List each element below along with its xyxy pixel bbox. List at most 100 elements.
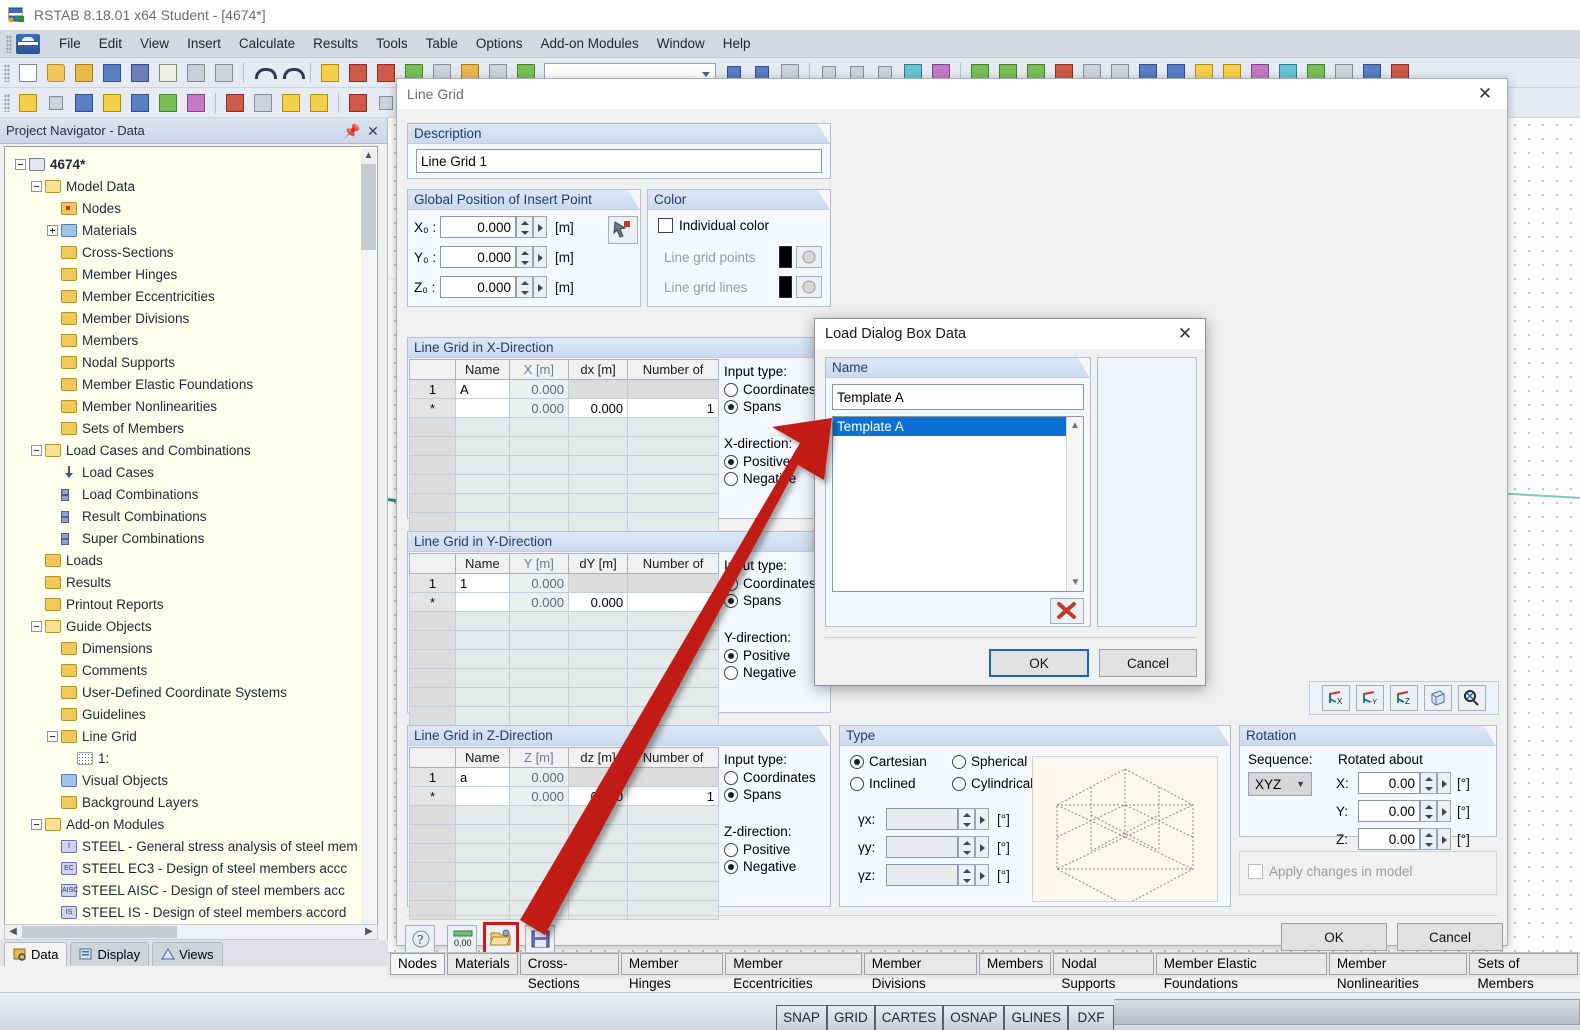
rot-z-more-button[interactable] xyxy=(1437,828,1451,850)
table-empty-cell[interactable] xyxy=(508,805,569,825)
data-tab-member-elastic-foundations[interactable]: Member Elastic Foundations xyxy=(1155,953,1327,991)
collapse-icon[interactable] xyxy=(47,730,58,742)
menu-file[interactable]: File xyxy=(50,33,90,54)
column-header[interactable]: Number of xyxy=(627,747,719,768)
table-empty-row[interactable] xyxy=(409,881,719,901)
column-header[interactable]: Number of xyxy=(627,553,719,574)
table-empty-row[interactable] xyxy=(409,862,719,882)
line-grid-points-swatch[interactable] xyxy=(779,246,792,268)
collapse-icon[interactable] xyxy=(31,818,42,830)
table-cell-delta[interactable] xyxy=(567,573,629,593)
data-tab-members[interactable]: Members xyxy=(979,953,1052,975)
table-empty-cell[interactable] xyxy=(409,512,456,532)
tree-item-nodes[interactable]: Nodes xyxy=(11,197,377,219)
print-preview-button[interactable] xyxy=(211,61,237,85)
view-y-icon[interactable]: -Y xyxy=(1356,685,1384,711)
table-empty-row[interactable] xyxy=(409,706,719,726)
insert-member2-button[interactable] xyxy=(99,91,125,115)
save-button[interactable] xyxy=(127,61,153,85)
grid-x-input-type-coordinates[interactable]: Coordinates xyxy=(724,382,824,397)
table-cell-name[interactable] xyxy=(455,786,510,806)
table-empty-cell[interactable] xyxy=(567,436,629,456)
table-empty-row[interactable] xyxy=(409,649,719,669)
table-empty-cell[interactable] xyxy=(627,843,719,863)
status-button-cartes[interactable]: CARTES xyxy=(874,1004,944,1030)
table-empty-cell[interactable] xyxy=(409,706,456,726)
gamma-z-spinner[interactable] xyxy=(958,864,975,886)
table-cell-coord[interactable]: 0.000 xyxy=(508,786,569,806)
table-cell-delta[interactable]: 0.000 xyxy=(567,592,629,612)
table-empty-cell[interactable] xyxy=(455,668,510,688)
table-row[interactable]: * 0.000 0.000 1 xyxy=(409,398,719,418)
modal-ok-button[interactable]: OK xyxy=(989,649,1089,677)
table-empty-cell[interactable] xyxy=(508,687,569,707)
table-empty-cell[interactable] xyxy=(409,649,456,669)
table-cell-coord[interactable]: 0.000 xyxy=(508,767,569,787)
insert-load-button[interactable] xyxy=(222,91,248,115)
rot-x-spinner[interactable] xyxy=(1420,772,1437,794)
table-empty-cell[interactable] xyxy=(455,512,510,532)
table-cell-no[interactable]: * xyxy=(409,592,456,612)
open-recent-button[interactable] xyxy=(71,61,97,85)
grid-x-direction-negative[interactable]: Negative xyxy=(724,471,824,486)
table-empty-cell[interactable] xyxy=(508,706,569,726)
insert-load4-button[interactable] xyxy=(306,91,332,115)
scroll-down-icon[interactable]: ▼ xyxy=(1067,574,1084,591)
table-empty-cell[interactable] xyxy=(627,824,719,844)
description-input[interactable]: Line Grid 1 xyxy=(416,149,822,173)
collapse-icon[interactable] xyxy=(31,444,42,456)
gamma-y-input[interactable] xyxy=(886,836,958,858)
table-empty-cell[interactable] xyxy=(409,862,456,882)
tree-item-1[interactable]: 1: xyxy=(11,747,377,769)
grid-x-direction-positive[interactable]: Positive xyxy=(724,454,824,469)
tree-item-steel-general-stress-analysis-of-steel-mem[interactable]: I STEEL - General stress analysis of stee… xyxy=(11,835,377,857)
dimension-button[interactable] xyxy=(345,91,371,115)
data-tab-member-hinges[interactable]: Member Hinges xyxy=(620,953,724,991)
table-empty-cell[interactable] xyxy=(627,862,719,882)
modal-cancel-button[interactable]: Cancel xyxy=(1099,649,1197,677)
collapse-icon[interactable] xyxy=(15,158,26,170)
table-empty-cell[interactable] xyxy=(508,436,569,456)
column-header[interactable]: dx [m] xyxy=(567,359,629,380)
table-empty-cell[interactable] xyxy=(508,843,569,863)
tree-item-member-elastic-foundations[interactable]: Member Elastic Foundations xyxy=(11,373,377,395)
x0-input[interactable]: 0.000 xyxy=(440,216,516,238)
table-empty-cell[interactable] xyxy=(455,417,510,437)
tree-item-printout-reports[interactable]: Printout Reports xyxy=(11,593,377,615)
tree-item-background-layers[interactable]: Background Layers xyxy=(11,791,377,813)
insert-member-button[interactable] xyxy=(71,91,97,115)
view-zoom-icon[interactable] xyxy=(1458,685,1486,711)
tree-item-materials[interactable]: Materials xyxy=(11,219,377,241)
table-empty-cell[interactable] xyxy=(567,417,629,437)
menu-view[interactable]: View xyxy=(131,33,178,54)
insert-load3-button[interactable] xyxy=(278,91,304,115)
table-empty-cell[interactable] xyxy=(455,611,510,631)
y0-more-button[interactable] xyxy=(533,246,547,268)
scroll-up-icon[interactable]: ▲ xyxy=(361,148,376,164)
table-cell-name[interactable]: 1 xyxy=(455,573,510,593)
status-button-grid[interactable]: GRID xyxy=(826,1004,875,1030)
gamma-y-more-button[interactable] xyxy=(975,836,989,858)
tree-item-steel-ec3-design-of-steel-members-accc[interactable]: EC STEEL EC3 - Design of steel members ac… xyxy=(11,857,377,879)
navigator-horizontal-scrollbar[interactable]: ◀ ▶ xyxy=(4,924,378,940)
table-cell-count[interactable]: 1 xyxy=(627,398,719,418)
table-empty-cell[interactable] xyxy=(455,436,510,456)
table-empty-cell[interactable] xyxy=(409,493,456,513)
rot-z-spinner[interactable] xyxy=(1420,828,1437,850)
table-empty-cell[interactable] xyxy=(455,455,510,475)
tree-item-line-grid[interactable]: Line Grid xyxy=(11,725,377,747)
apply-changes-checkbox[interactable]: Apply changes in model xyxy=(1248,864,1412,879)
table-empty-cell[interactable] xyxy=(409,805,456,825)
template-name-input[interactable]: Template A xyxy=(832,384,1084,410)
table-empty-cell[interactable] xyxy=(409,824,456,844)
collapse-icon[interactable] xyxy=(31,180,42,192)
table-empty-row[interactable] xyxy=(409,687,719,707)
data-tab-member-eccentricities[interactable]: Member Eccentricities xyxy=(725,953,862,991)
rot-y-spinner[interactable] xyxy=(1420,800,1437,822)
tree-item-cross-sections[interactable]: Cross-Sections xyxy=(11,241,377,263)
table-row[interactable]: 1 1 0.000 xyxy=(409,573,719,593)
table-empty-cell[interactable] xyxy=(455,900,510,920)
undo-button[interactable] xyxy=(250,61,277,85)
table-empty-cell[interactable] xyxy=(455,881,510,901)
clipboard-button[interactable] xyxy=(155,61,181,85)
